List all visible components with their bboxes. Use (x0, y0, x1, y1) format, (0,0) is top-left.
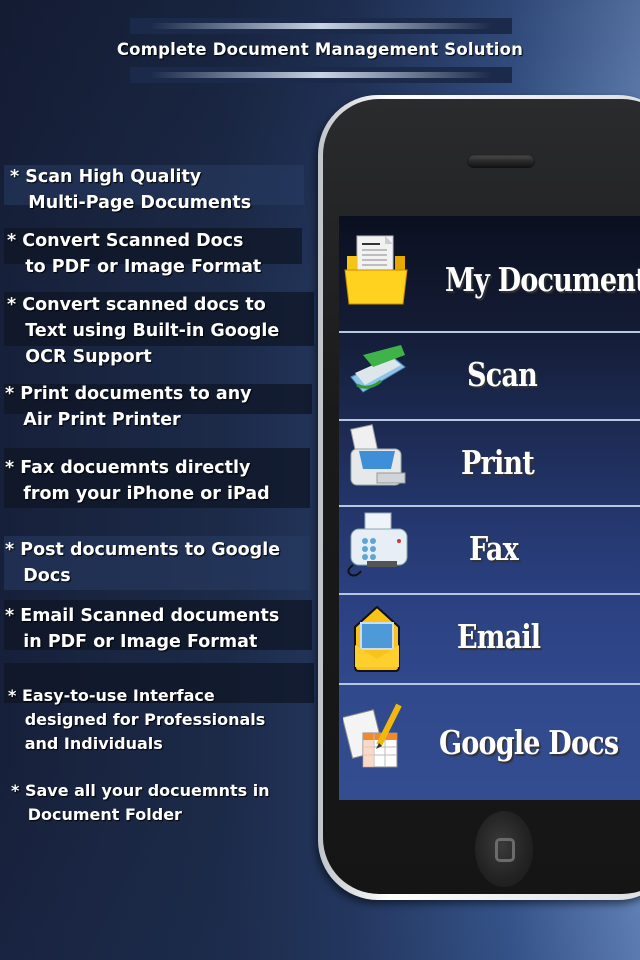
menu-item-email[interactable]: Email (339, 595, 640, 685)
feature-item: * Post documents to Google Docs (5, 540, 281, 586)
printer-icon (350, 424, 406, 486)
feature-item: * Convert Scanned Docs to PDF or Image F… (7, 231, 262, 277)
feature-item: * Easy-to-use Interface designed for Pro… (8, 686, 266, 753)
menu-label: Google Docs (439, 723, 619, 762)
header-decor-bar-bottom (130, 67, 512, 83)
envelope-icon (354, 605, 400, 672)
menu-label: My Documents (445, 260, 640, 299)
menu-item-my-documents[interactable]: My Documents (339, 216, 640, 333)
menu-label: Fax (469, 529, 519, 568)
spreadsheet-pencil-icon (343, 703, 402, 768)
menu-label: Print (461, 443, 535, 482)
folder-document-icon (344, 235, 408, 305)
page-title: Complete Document Management Solution (116, 40, 524, 59)
home-button[interactable] (475, 811, 533, 887)
fax-machine-icon (347, 512, 408, 577)
menu-label: Scan (467, 355, 538, 394)
menu-item-fax[interactable]: Fax (339, 507, 640, 595)
feature-item: * Fax docuemnts directly from your iPhon… (5, 458, 270, 504)
home-square-icon (495, 838, 515, 862)
menu-item-print[interactable]: Print (339, 421, 640, 507)
header-decor-bar-top (130, 18, 512, 34)
scanner-icon (350, 345, 406, 393)
feature-item: * Email Scanned documents in PDF or Imag… (5, 606, 280, 652)
feature-item: * Save all your docuemnts in Document Fo… (11, 781, 270, 824)
phone-speaker (467, 154, 535, 168)
app-screen: My Documents Scan Print Fax Email Google… (339, 216, 640, 800)
feature-item: * Convert scanned docs to Text using Bui… (7, 295, 280, 367)
feature-item: * Print documents to any Air Print Print… (5, 384, 252, 430)
feature-item: * Scan High Quality Multi-Page Documents (10, 167, 252, 213)
menu-label: Email (457, 617, 541, 656)
menu-item-scan[interactable]: Scan (339, 333, 640, 421)
menu-item-google-docs[interactable]: Google Docs (339, 685, 640, 800)
